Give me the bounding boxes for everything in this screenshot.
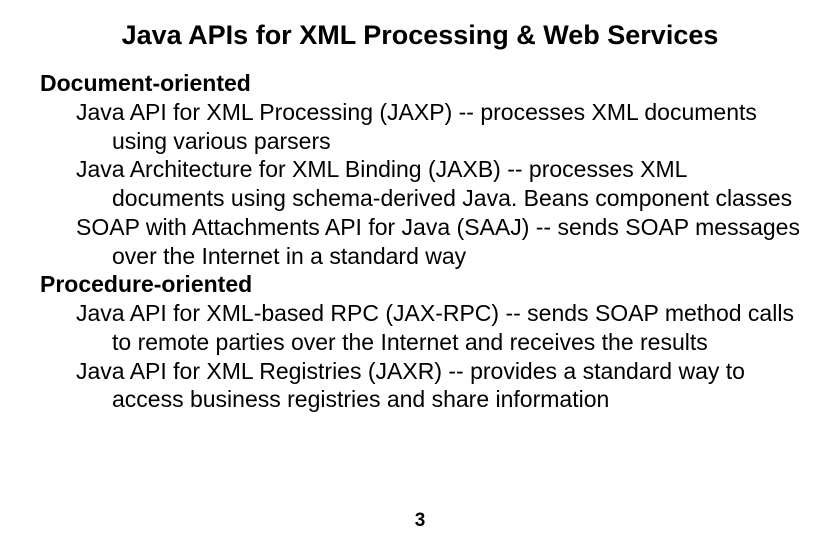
list-item: SOAP with Attachments API for Java (SAAJ… <box>76 213 800 271</box>
list-item: Java Architecture for XML Binding (JAXB)… <box>76 155 800 213</box>
slide-body: Document-oriented Java API for XML Proce… <box>40 69 800 414</box>
list-item: Java API for XML Registries (JAXR) -- pr… <box>76 357 800 415</box>
section-heading-2: Procedure-oriented <box>40 270 800 299</box>
list-item: Java API for XML Processing (JAXP) -- pr… <box>76 98 800 156</box>
list-item: Java API for XML-based RPC (JAX-RPC) -- … <box>76 299 800 357</box>
section-heading-1: Document-oriented <box>40 69 800 98</box>
page-number: 3 <box>0 510 840 532</box>
slide-title: Java APIs for XML Processing & Web Servi… <box>80 20 760 51</box>
